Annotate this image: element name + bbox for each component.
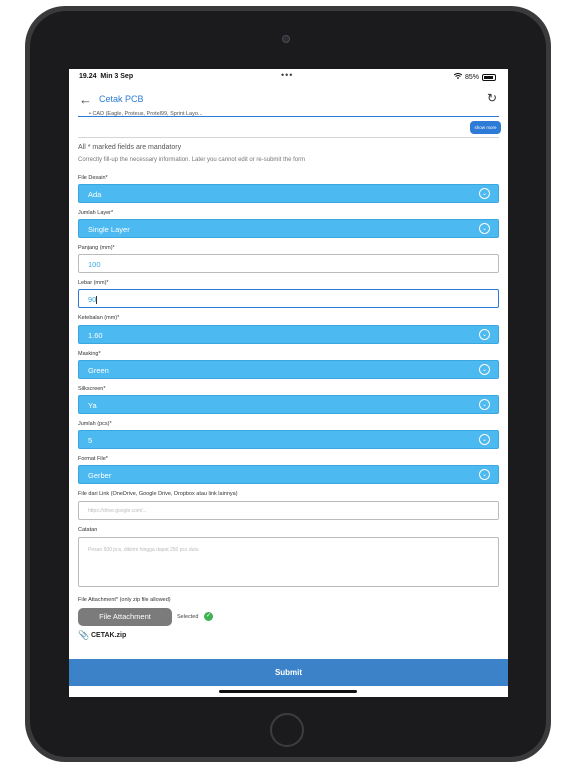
input-value: 100 [88, 260, 101, 269]
label-file-link: File dari Link (OneDrive, Google Drive, … [78, 491, 238, 497]
form-hint: Correctly fill-up the necessary informat… [78, 157, 306, 163]
status-bar: 19.24 Min 3 Sep ••• 85% [69, 69, 508, 85]
chevron-down-icon: ⌄ [479, 399, 490, 410]
paperclip-icon: 📎 [78, 630, 90, 640]
dropdown-value: 5 [88, 436, 93, 445]
page-title: Cetak PCB [99, 94, 144, 104]
battery-percent: 85% [464, 73, 479, 81]
label-catatan: Catatan [78, 527, 98, 533]
divider [78, 116, 499, 117]
dropdown-value: Ya [88, 401, 97, 410]
label-jumlah-layer: Jumlah Layer* [78, 210, 114, 216]
file-attachment-button[interactable]: File Attachment [78, 608, 172, 626]
chevron-down-icon: ⌄ [479, 223, 490, 234]
textarea-placeholder: Pesan 500 pcs, dikirim hingga dapat 250 … [88, 547, 199, 553]
label-format-file: Format File* [78, 456, 108, 462]
selected-text: Selected [177, 614, 199, 620]
attached-filename: CETAK.zip [91, 632, 127, 639]
dropdown-value: Gerber [88, 471, 112, 480]
label-masking: Masking* [78, 351, 101, 357]
input-value: 90 [88, 295, 98, 305]
input-file-link[interactable]: https://drive.google.com/... [78, 501, 499, 520]
input-placeholder: https://drive.google.com/... [88, 508, 147, 514]
input-lebar[interactable]: 90 [78, 289, 499, 308]
submit-button[interactable]: Submit [69, 659, 508, 686]
screen: 19.24 Min 3 Sep ••• 85% ← Cetak PCB ↻ • … [69, 69, 508, 697]
dropdown-masking[interactable]: Green ⌄ [78, 360, 499, 379]
check-circle-icon: ✓ [204, 612, 213, 621]
label-panjang: Panjang (mm)* [78, 245, 115, 251]
dropdown-value: Ada [88, 190, 102, 199]
dropdown-value: Single Layer [88, 225, 130, 234]
dropdown-format-file[interactable]: Gerber ⌄ [78, 465, 499, 484]
divider [78, 137, 499, 138]
dropdown-file-desain[interactable]: Ada ⌄ [78, 184, 499, 203]
label-file-desain: File Desain* [78, 175, 108, 181]
chevron-down-icon: ⌄ [479, 469, 490, 480]
label-lebar: Lebar (mm)* [78, 280, 109, 286]
back-arrow-icon[interactable]: ← [79, 92, 92, 107]
show-more-button[interactable]: show more [470, 121, 501, 134]
chevron-down-icon: ⌄ [479, 329, 490, 340]
textarea-catatan[interactable]: Pesan 500 pcs, dikirim hingga dapat 250 … [78, 537, 499, 587]
wifi-icon [453, 73, 463, 81]
dropdown-jumlah[interactable]: 5 ⌄ [78, 430, 499, 449]
status-right: 85% [453, 73, 496, 81]
dropdown-jumlah-layer[interactable]: Single Layer ⌄ [78, 219, 499, 238]
label-silkscreen: Silkscreen* [78, 386, 106, 392]
refresh-icon[interactable]: ↻ [487, 91, 497, 105]
front-camera [282, 35, 290, 43]
dropdown-ketebalan[interactable]: 1.60 ⌄ [78, 325, 499, 344]
chevron-down-icon: ⌄ [479, 364, 490, 375]
label-ketebalan: Ketebalan (mm)* [78, 315, 120, 321]
chevron-down-icon: ⌄ [479, 188, 490, 199]
label-attachment: File Attachment* (only zip file allowed) [78, 597, 171, 603]
mandatory-note: All * marked fields are mandatory [78, 144, 182, 151]
dropdown-value: Green [88, 366, 109, 375]
label-jumlah: Jumlah (pcs)* [78, 421, 112, 427]
chevron-down-icon: ⌄ [479, 434, 490, 445]
app-bar: ← Cetak PCB ↻ [69, 85, 508, 113]
battery-icon [482, 73, 496, 81]
text-caret [96, 296, 98, 305]
dropdown-silkscreen[interactable]: Ya ⌄ [78, 395, 499, 414]
dropdown-value: 1.60 [88, 331, 103, 340]
status-time: 19.24 Min 3 Sep [79, 73, 134, 80]
input-panjang[interactable]: 100 [78, 254, 499, 273]
home-button[interactable] [270, 713, 304, 747]
multitask-dots-icon[interactable]: ••• [281, 70, 293, 80]
home-indicator [219, 690, 357, 693]
